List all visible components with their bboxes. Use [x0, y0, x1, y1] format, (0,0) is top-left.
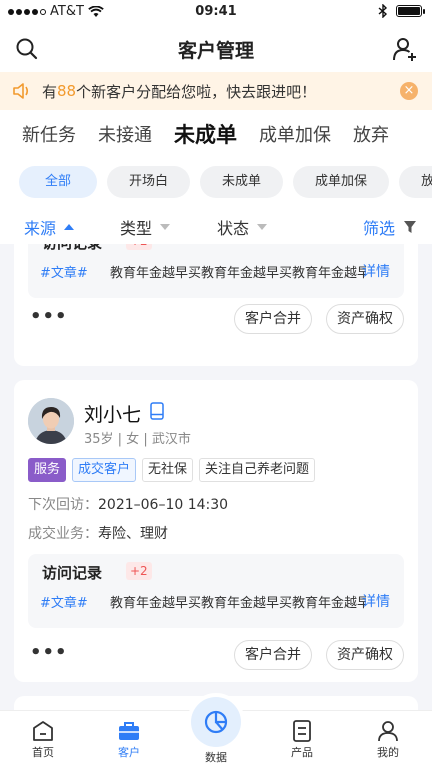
notice-count: 88 — [57, 82, 77, 100]
new-customer-notice[interactable]: 有 88 个新客户分配给您啦，快去跟进吧！ × — [0, 72, 432, 110]
battery-icon — [396, 5, 425, 17]
status-tabs: 新任务 未接通 未成单 成单加保 放弃 — [0, 110, 432, 158]
chip-deal-plus[interactable]: 成单加保 — [293, 166, 390, 198]
filter-state-label: 状态 — [217, 219, 250, 238]
tabbar-me-label: 我的 — [377, 746, 399, 759]
tag-deal-customer: 成交客户 — [72, 458, 137, 482]
close-icon[interactable]: × — [400, 82, 418, 100]
tab-not-connected[interactable]: 未接通 — [98, 121, 152, 147]
filter-type-label: 类型 — [120, 219, 153, 238]
filter-state[interactable]: 状态 — [217, 215, 268, 239]
filter-source[interactable]: 来源 — [24, 215, 75, 239]
chip-abandoned[interactable]: 放弃 — [399, 166, 432, 198]
status-bar: AT&T 09:41 — [0, 0, 432, 24]
caret-down-icon — [257, 224, 268, 230]
merge-customer-button[interactable]: 客户合并 — [234, 640, 312, 670]
home-icon — [33, 721, 53, 741]
tabbar-customer-label: 客户 — [118, 746, 140, 759]
deal-label: 成交业务： — [28, 526, 98, 542]
sort-up-icon — [64, 224, 75, 230]
tab-abandoned[interactable]: 放弃 — [353, 121, 389, 147]
tabbar-data[interactable]: 数据 — [186, 749, 246, 765]
clock: 09:41 — [195, 4, 237, 19]
sort-filter-bar: 来源 类型 状态 筛选 — [0, 206, 432, 244]
notice-prefix: 有 — [42, 82, 58, 101]
page-title: 客户管理 — [177, 40, 254, 62]
pie-chart-icon — [204, 710, 228, 734]
tabbar-product-label: 产品 — [291, 746, 313, 759]
screen-label: 筛选 — [363, 219, 396, 238]
tabbar-data-label: 数据 — [205, 751, 227, 764]
customer-profile: 35岁 | 女 | 武汉市 — [84, 432, 191, 447]
screen-button[interactable]: 筛选 — [363, 215, 417, 239]
tab-no-deal[interactable]: 未成单 — [174, 119, 237, 149]
briefcase-icon — [119, 722, 139, 740]
chip-no-deal[interactable]: 未成单 — [200, 166, 284, 198]
user-icon — [378, 721, 398, 742]
bluetooth-icon — [378, 4, 388, 18]
caret-down-icon — [160, 224, 171, 230]
tabbar-customer[interactable]: 客户 — [99, 720, 159, 760]
visit-text: 教育年金越早买教育年金越早买教育年金越早买 — [110, 266, 366, 281]
tab-deal-plus[interactable]: 成单加保 — [259, 121, 331, 147]
visit-detail-link[interactable]: 详情 — [362, 261, 390, 281]
visit-record[interactable]: 访问记录 +2 #文章# 教育年金越早买教育年金越早买教育年金越早买 详情 — [28, 244, 404, 298]
asset-confirm-button[interactable]: 资产确权 — [326, 640, 404, 670]
chip-all[interactable]: 全部 — [19, 166, 98, 198]
tag-pension-concern: 关注自己养老问题 — [199, 458, 316, 482]
filter-source-label: 来源 — [24, 219, 57, 238]
tab-new-task[interactable]: 新任务 — [22, 121, 76, 147]
document-icon — [293, 720, 311, 742]
next-visit-value: 2021–06–10 14:30 — [98, 497, 229, 513]
more-icon[interactable]: ••• — [30, 306, 68, 327]
tabbar-product[interactable]: 产品 — [272, 720, 332, 760]
notice-text: 个新客户分配给您啦，快去跟进吧！ — [76, 82, 317, 101]
tag-no-social-security: 无社保 — [142, 458, 194, 482]
customer-list: 访问记录 +2 #文章# 教育年金越早买教育年金越早买教育年金越早买 详情 ••… — [0, 244, 432, 710]
tabbar-home-label: 首页 — [32, 746, 54, 759]
visit-text: 教育年金越早买教育年金越早买教育年金越早买 — [110, 596, 366, 611]
chip-opening[interactable]: 开场白 — [107, 166, 191, 198]
tag-service: 服务 — [28, 458, 67, 482]
visit-tag: #文章# — [40, 596, 88, 611]
visit-detail-link[interactable]: 详情 — [362, 591, 390, 611]
visit-count-badge: +2 — [126, 562, 152, 580]
customer-name: 刘小七 — [84, 404, 142, 426]
navigation-bar: 客户管理 — [0, 24, 432, 72]
more-icon[interactable]: ••• — [30, 642, 68, 663]
avatar — [28, 398, 74, 444]
visit-count-badge: +2 — [126, 244, 152, 250]
tabbar-me[interactable]: 我的 — [358, 720, 418, 760]
filter-type[interactable]: 类型 — [120, 215, 171, 239]
visit-tag: #文章# — [40, 266, 88, 281]
visit-title: 访问记录 — [42, 244, 102, 253]
phone-icon[interactable] — [150, 402, 164, 420]
funnel-icon — [404, 221, 417, 233]
customer-tags: 服务 成交客户 无社保 关注自己养老问题 — [28, 458, 316, 482]
tabbar-home[interactable]: 首页 — [13, 720, 73, 760]
add-user-icon[interactable] — [392, 36, 418, 62]
deal-business-row: 成交业务：寿险、理财 — [28, 523, 168, 543]
customer-card[interactable]: 访问记录 +2 #文章# 教育年金越早买教育年金越早买教育年金越早买 详情 ••… — [14, 244, 418, 366]
sub-filter-chips: 全部 开场白 未成单 成单加保 放弃 — [0, 158, 432, 206]
speaker-icon — [13, 83, 29, 99]
visit-title: 访问记录 — [42, 564, 103, 582]
asset-confirm-button[interactable]: 资产确权 — [326, 304, 404, 334]
tabbar-data-button[interactable] — [191, 697, 241, 747]
visit-record[interactable]: 访问记录 +2 #文章# 教育年金越早买教育年金越早买教育年金越早买 详情 — [28, 554, 404, 628]
next-visit-label: 下次回访： — [28, 497, 98, 513]
merge-customer-button[interactable]: 客户合并 — [234, 304, 312, 334]
bottom-tab-bar: 首页 客户 数据 产品 我的 — [0, 697, 432, 768]
next-visit-row: 下次回访：2021–06–10 14:30 — [28, 494, 228, 514]
deal-value: 寿险、理财 — [98, 526, 168, 542]
customer-card[interactable]: 刘小七 35岁 | 女 | 武汉市 服务 成交客户 无社保 关注自己养老问题 下… — [14, 380, 418, 682]
